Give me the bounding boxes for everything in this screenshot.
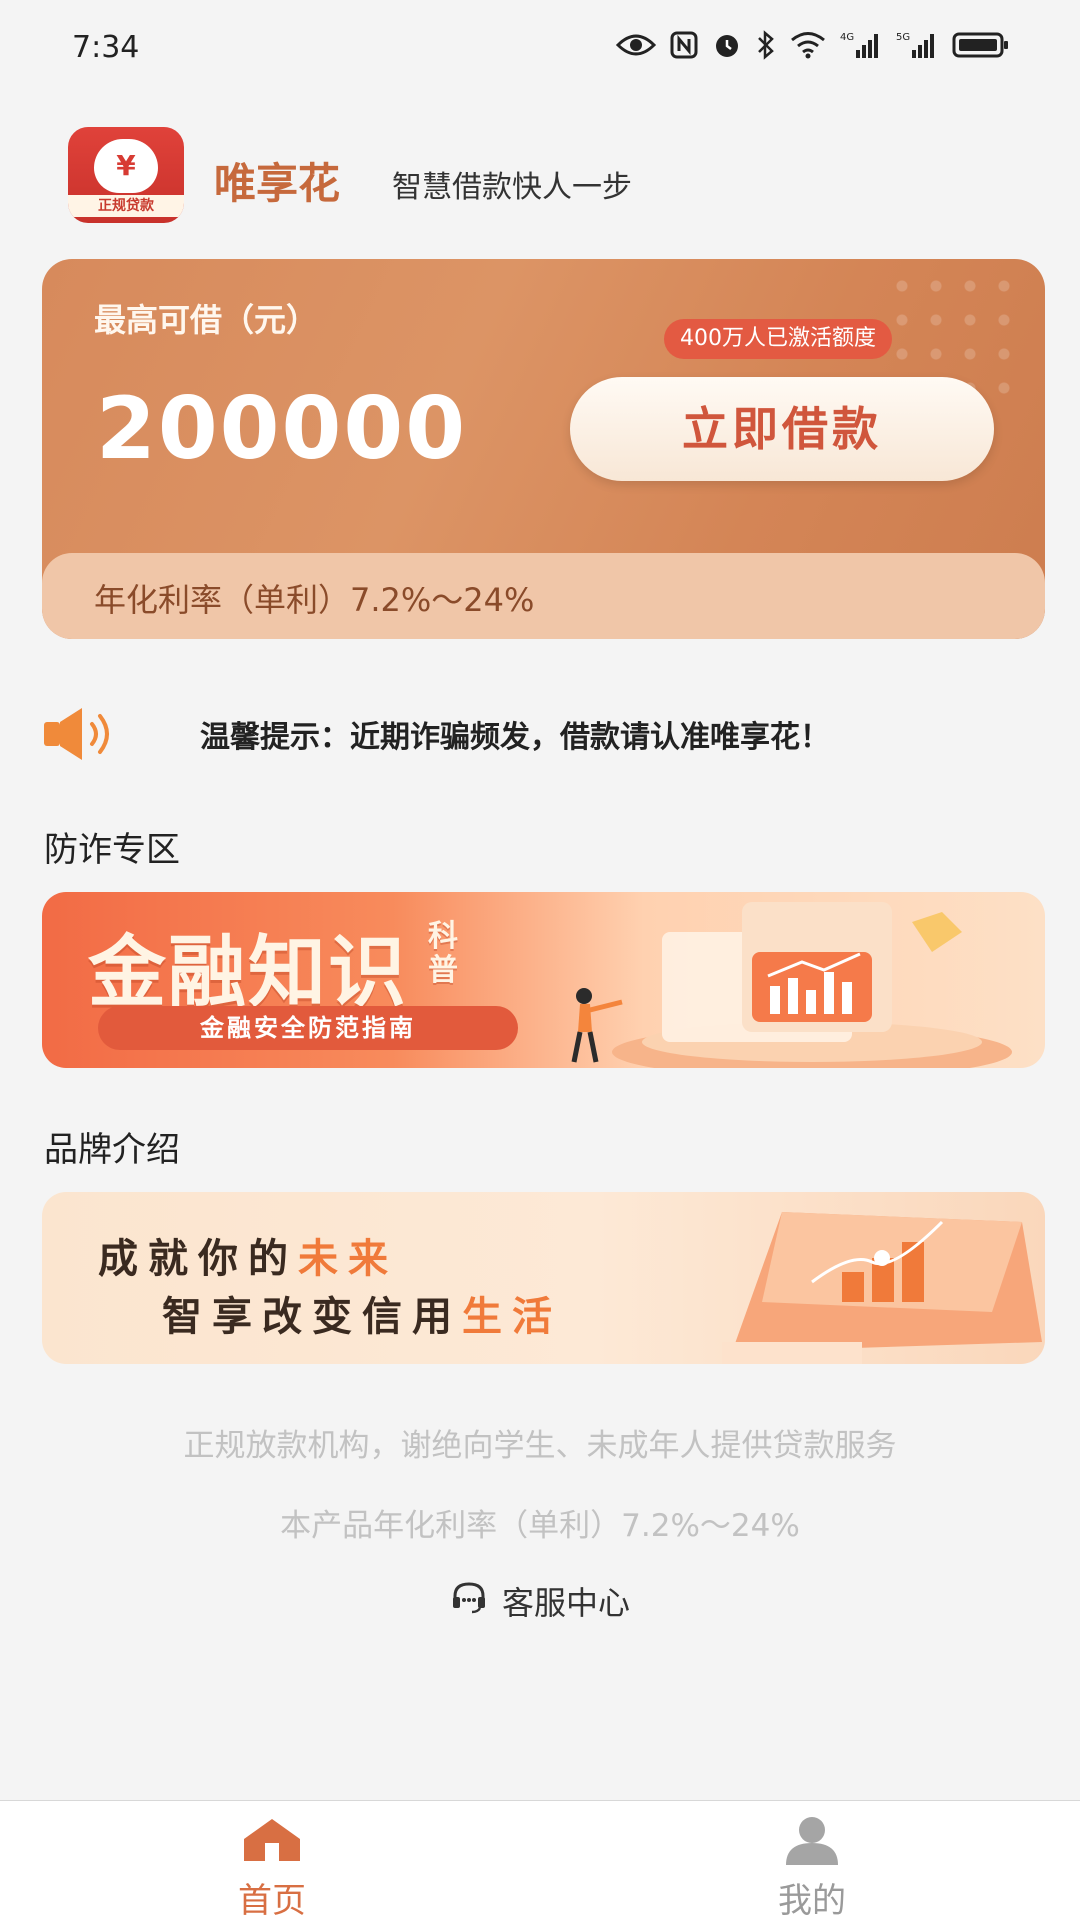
fraud-section-title: 防诈专区	[44, 830, 180, 870]
activation-badge: 400万人已激活额度	[664, 319, 892, 359]
tab-mine-label: 我的	[778, 1881, 846, 1920]
home-icon	[240, 1819, 304, 1869]
svg-text:5G: 5G	[896, 32, 910, 43]
customer-service-label: 客服中心	[501, 1584, 630, 1622]
app-name: 唯享花	[214, 159, 341, 208]
status-bar: 7:34 4G 5G	[0, 0, 1080, 100]
tab-mine[interactable]: 我的	[742, 1815, 882, 1920]
wifi-icon	[790, 31, 826, 59]
home-screen: 7:34 4G 5G ¥ 正规贷款 唯享花 智慧借款快人一步 最高可借（元） 4…	[0, 0, 1080, 1920]
borrow-now-button[interactable]: 立即借款	[570, 377, 994, 481]
brand-banner[interactable]: 成就你的未来 智享改变信用生活	[42, 1192, 1045, 1364]
app-logo: ¥ 正规贷款	[68, 127, 184, 223]
fraud-banner-subtitle: 金融安全防范指南	[98, 1006, 518, 1050]
finance-illustration	[571, 902, 1012, 1068]
bluetooth-icon	[756, 30, 776, 60]
fraud-banner-tag: 科普	[428, 919, 458, 988]
interest-rate-text: 年化利率（单利）7.2%～24%	[94, 581, 535, 619]
battery-icon	[952, 30, 1010, 60]
money-bag-icon: ¥	[94, 139, 158, 193]
tab-home[interactable]: 首页	[202, 1815, 342, 1920]
fraud-banner[interactable]: 金融知识 科普 金融安全防范指南	[42, 892, 1045, 1068]
rate-disclaimer-text: 本产品年化利率（单利）7.2%～24%	[280, 1508, 800, 1544]
eye-icon	[616, 31, 656, 59]
speaker-icon	[42, 704, 122, 764]
notice-text: 温馨提示：近期诈骗频发，借款请认准唯享花！	[200, 720, 830, 755]
customer-service-link[interactable]: 客服中心	[0, 1578, 1080, 1624]
status-time: 7:34	[72, 30, 140, 65]
user-icon	[784, 1817, 840, 1869]
bottom-tab-bar: 首页 我的	[0, 1800, 1080, 1920]
brand-slogan-line2: 智享改变信用生活	[162, 1294, 562, 1340]
loan-amount: 200000	[96, 379, 468, 479]
svg-text:4G: 4G	[840, 32, 854, 43]
brand-section-title: 品牌介绍	[44, 1130, 180, 1170]
rate-strip: 年化利率（单利）7.2%～24%	[42, 553, 1045, 639]
alarm-icon	[712, 30, 742, 60]
signal-4g-icon: 4G	[840, 30, 882, 60]
signal-5g-icon: 5G	[896, 30, 938, 60]
headset-icon	[450, 1580, 488, 1622]
max-loan-label: 最高可借（元）	[94, 301, 319, 339]
status-icons: 4G 5G	[616, 30, 1010, 60]
growth-chart-illustration	[722, 1212, 1042, 1364]
disclaimer-text: 正规放款机构，谢绝向学生、未成年人提供贷款服务	[183, 1428, 897, 1464]
nfc-icon	[670, 31, 698, 59]
tab-home-label: 首页	[238, 1881, 306, 1920]
brand-slogan-line1: 成就你的未来	[98, 1236, 398, 1282]
loan-card[interactable]: 最高可借（元） 400万人已激活额度 200000 立即借款 年化利率（单利）7…	[42, 259, 1045, 639]
app-slogan: 智慧借款快人一步	[392, 170, 632, 205]
logo-band: 正规贷款	[68, 195, 184, 217]
